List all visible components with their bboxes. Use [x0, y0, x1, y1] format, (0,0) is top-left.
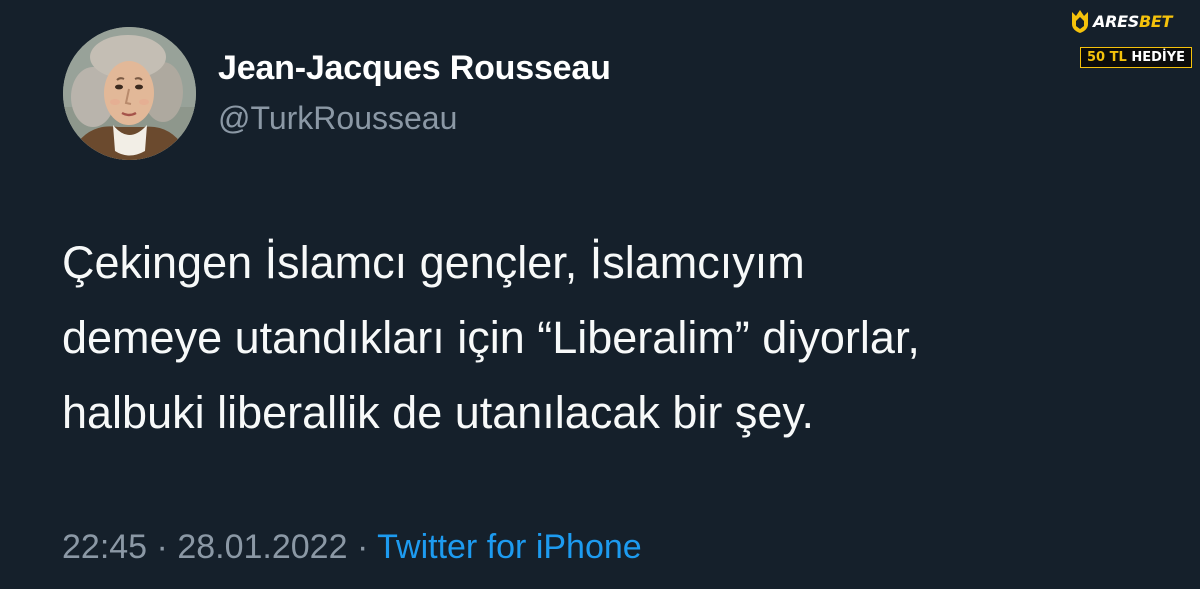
watermark-brand-main: ARES — [1093, 11, 1139, 31]
tweet-time[interactable]: 22:45 — [62, 528, 147, 566]
watermark-logo: ARESBET — [1070, 5, 1188, 37]
meta-separator: · — [356, 528, 369, 566]
user-display-name[interactable]: Jean-Jacques Rousseau — [218, 49, 611, 88]
watermark-badge: 50 TL HEDİYE — [1080, 47, 1192, 68]
watermark-brand: ARESBET — [1093, 12, 1172, 31]
profile-avatar[interactable] — [63, 27, 196, 160]
tweet-meta: 22:45 · 28.01.2022 · Twitter for iPhone — [62, 528, 642, 567]
meta-separator: · — [156, 528, 168, 566]
portrait-image — [63, 27, 196, 160]
tweet-text-line: demeye utandıkları için “Liberalim” diyo… — [62, 312, 920, 363]
tweet-source-link[interactable]: Twitter for iPhone — [377, 528, 642, 566]
watermark-brand-accent: BET — [1138, 11, 1173, 31]
tweet-text-line: halbuki liberallik de utanılacak bir şey… — [62, 387, 815, 438]
tweet-card: Jean-Jacques Rousseau @TurkRousseau Çeki… — [0, 0, 1200, 589]
tweet-text-line: Çekingen İslamcı gençler, İslamcıyım — [62, 237, 805, 288]
watermark-badge-text: HEDİYE — [1131, 50, 1185, 65]
tweet-text: Çekingen İslamcı gençler, İslamcıyım dem… — [62, 225, 1182, 450]
crown-shield-icon — [1072, 10, 1088, 33]
watermark: ARESBET 50 TL HEDİYE — [1070, 5, 1192, 71]
tweet-date[interactable]: 28.01.2022 — [177, 528, 347, 566]
user-handle[interactable]: @TurkRousseau — [218, 100, 457, 137]
watermark-badge-number: 50 TL — [1087, 50, 1127, 65]
